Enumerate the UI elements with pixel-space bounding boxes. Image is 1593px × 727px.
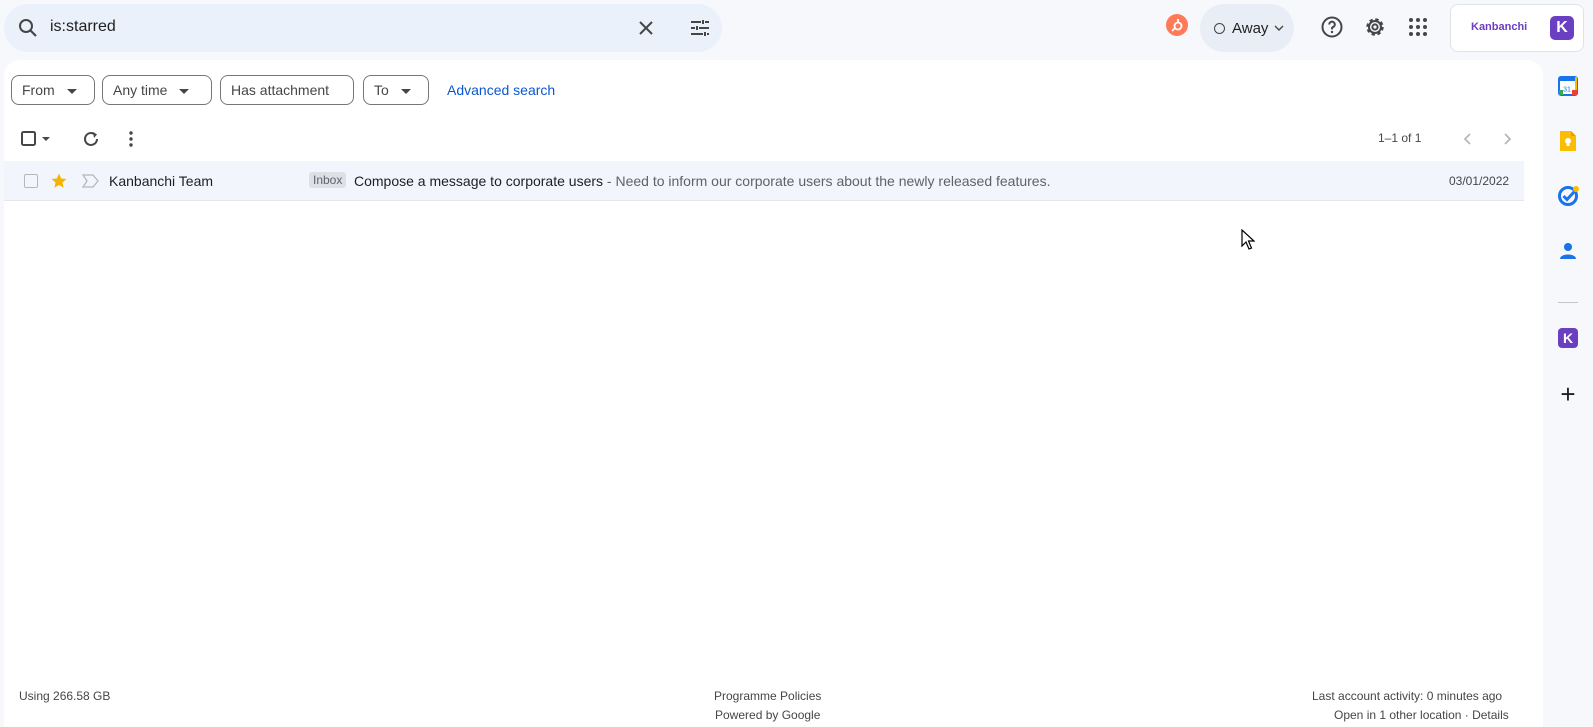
kanbanchi-badge: K: [1550, 16, 1574, 40]
pagination-label: 1–1 of 1: [1378, 131, 1422, 145]
search-icon[interactable]: [16, 16, 40, 40]
policies-link[interactable]: Programme Policies: [714, 689, 821, 703]
email-date: 03/01/2022: [1449, 174, 1510, 188]
powered-by: Powered by Google: [715, 708, 821, 722]
tune-icon[interactable]: [688, 16, 712, 40]
caret-down-icon: [66, 88, 77, 94]
hubspot-icon[interactable]: [1166, 14, 1188, 36]
gear-icon[interactable]: [1363, 15, 1387, 39]
email-snippet: - Need to inform our corporate users abo…: [603, 173, 1051, 189]
from-filter-label: From: [22, 82, 55, 98]
from-filter[interactable]: From: [11, 75, 95, 105]
kanbanchi-sidebar-badge: K: [1563, 330, 1573, 346]
other-location-details[interactable]: Open in 1 other location · Details: [1334, 708, 1509, 722]
tasks-icon[interactable]: [1556, 184, 1580, 208]
status-label: Away: [1232, 20, 1269, 37]
important-icon[interactable]: [82, 174, 100, 188]
time-filter-label: Any time: [113, 82, 168, 98]
email-label-badge: Inbox: [309, 172, 347, 188]
caret-down-icon: [400, 88, 411, 94]
kanbanchi-logo: Kanbanchi: [1471, 21, 1528, 33]
to-filter[interactable]: To: [363, 75, 429, 105]
help-icon[interactable]: [1320, 15, 1344, 39]
status-button[interactable]: Away: [1200, 4, 1294, 52]
side-panel: 31 K +: [1543, 60, 1593, 727]
kanbanchi-sidebar-button[interactable]: K: [1556, 326, 1580, 350]
email-row[interactable]: Kanbanchi Team Inbox Compose a message t…: [4, 161, 1524, 201]
email-subject: Compose a message to corporate users - N…: [354, 173, 1050, 189]
row-checkbox[interactable]: [24, 174, 38, 188]
side-divider: [1558, 302, 1578, 303]
advanced-search-link[interactable]: Advanced search: [447, 82, 555, 98]
chevron-left-icon[interactable]: [1456, 127, 1480, 151]
caret-down-icon: [179, 88, 190, 94]
kanbanchi-account[interactable]: Kanbanchi K: [1450, 4, 1584, 52]
contacts-icon[interactable]: [1556, 239, 1580, 263]
to-filter-label: To: [374, 82, 389, 98]
status-indicator: [1214, 23, 1225, 34]
chevron-right-icon[interactable]: [1495, 127, 1519, 151]
attachment-filter-label: Has attachment: [231, 82, 330, 98]
mail-panel: From Any time Has attachment To Advanced…: [4, 60, 1543, 727]
search-input[interactable]: is:starred: [50, 18, 116, 36]
email-sender: Kanbanchi Team: [109, 173, 214, 189]
calendar-icon[interactable]: 31: [1556, 74, 1580, 98]
plus-icon: +: [1560, 379, 1576, 409]
chevron-down-icon: [1274, 23, 1284, 33]
mouse-cursor-icon: [1241, 229, 1255, 251]
select-all-checkbox[interactable]: [20, 127, 60, 151]
star-icon[interactable]: [50, 172, 68, 190]
storage-usage: Using 266.58 GB: [19, 689, 111, 703]
time-filter[interactable]: Any time: [102, 75, 212, 105]
apps-icon[interactable]: [1406, 15, 1430, 39]
keep-icon[interactable]: [1556, 129, 1580, 153]
email-subject-text: Compose a message to corporate users: [354, 173, 604, 189]
refresh-icon[interactable]: [79, 127, 103, 151]
account-activity: Last account activity: 0 minutes ago: [1312, 689, 1503, 703]
attachment-filter[interactable]: Has attachment: [220, 75, 354, 105]
add-addon-button[interactable]: +: [1556, 379, 1580, 409]
close-icon[interactable]: [634, 16, 658, 40]
calendar-day-label: 31: [1563, 87, 1571, 94]
search-bar[interactable]: is:starred: [4, 4, 722, 52]
more-icon[interactable]: [119, 127, 143, 151]
